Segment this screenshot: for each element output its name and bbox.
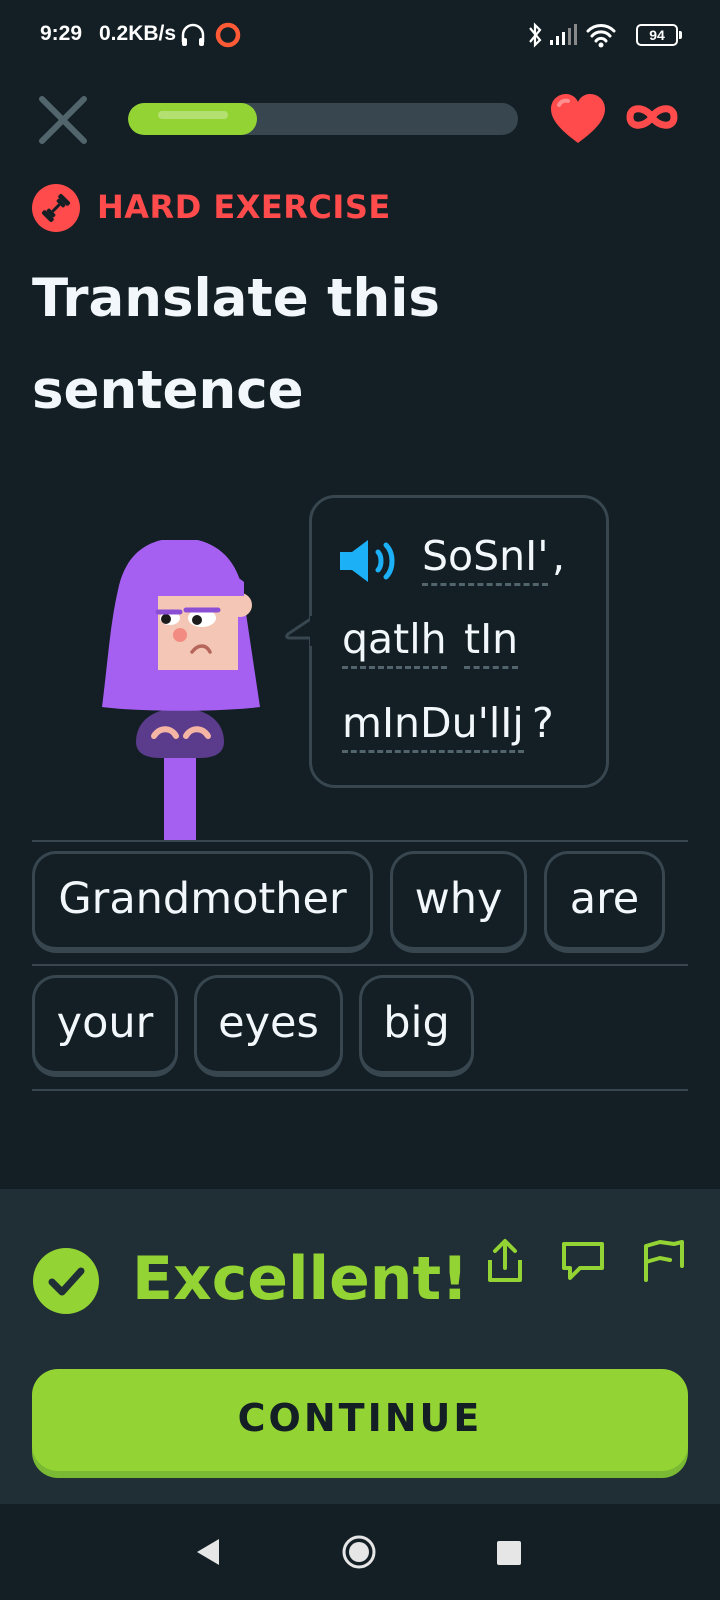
- prompt-word-4[interactable]: mInDu'lIj: [342, 698, 524, 753]
- feedback-message: Excellent!: [132, 1244, 469, 1314]
- answer-chip-why[interactable]: why: [390, 851, 527, 953]
- back-icon[interactable]: [195, 1537, 221, 1567]
- answer-chip-your[interactable]: your: [32, 975, 178, 1077]
- lesson-progress-bar: [128, 103, 518, 135]
- check-icon: [33, 1248, 99, 1314]
- prompt-word-2[interactable]: qatlh: [342, 614, 447, 669]
- answer-chip-are[interactable]: are: [544, 851, 665, 953]
- share-icon[interactable]: [480, 1236, 530, 1286]
- bluetooth-icon: [529, 22, 542, 48]
- title-line-2: sentence: [32, 360, 304, 421]
- prompt-word-3[interactable]: tIn: [464, 614, 519, 669]
- answer-line-3: [32, 1089, 688, 1091]
- answer-chip-big[interactable]: big: [359, 975, 474, 1077]
- hard-exercise-label: HARD EXERCISE: [97, 188, 391, 226]
- circle-app-icon: [215, 22, 241, 48]
- lesson-screen: 9:29 0.2KB/s 94 HARD EXERCISE Translate …: [0, 0, 720, 1600]
- lily-character-illustration: [102, 540, 260, 840]
- answer-line-1: [32, 840, 688, 842]
- flag-icon[interactable]: [638, 1236, 688, 1286]
- prompt-comma: ,: [552, 532, 566, 580]
- status-network-speed: 0.2KB/s: [99, 22, 177, 45]
- prompt-question-mark: ?: [532, 699, 554, 747]
- title-line-1: Translate this: [32, 268, 440, 329]
- page-title: Translate this sentence: [32, 253, 592, 437]
- close-icon[interactable]: [36, 93, 90, 147]
- progress-shine: [158, 111, 228, 119]
- prompt-word-1[interactable]: SoSnI': [422, 531, 549, 586]
- signal-icon: [550, 24, 577, 45]
- dumbbell-icon: [32, 184, 80, 232]
- lesson-progress-fill: [128, 103, 257, 135]
- status-bar: 9:29 0.2KB/s 94: [0, 0, 720, 72]
- home-icon[interactable]: [341, 1534, 377, 1570]
- answer-chip-grandmother[interactable]: Grandmother: [32, 851, 373, 953]
- speech-bubble-tail: [285, 616, 314, 646]
- recents-icon[interactable]: [496, 1540, 522, 1566]
- connectivity-icons: [529, 22, 616, 48]
- status-left-icons: [180, 20, 244, 55]
- battery-icon: 94: [636, 24, 682, 46]
- headset-icon: [181, 22, 241, 48]
- continue-button[interactable]: CONTINUE: [32, 1369, 688, 1471]
- status-right-icons: [526, 20, 626, 55]
- answer-chip-eyes[interactable]: eyes: [194, 975, 343, 1077]
- infinity-icon[interactable]: [624, 101, 680, 133]
- status-time: 9:29: [40, 22, 83, 45]
- heart-icon[interactable]: [549, 93, 607, 145]
- speaker-icon[interactable]: [338, 536, 404, 586]
- answer-line-2: [32, 964, 688, 966]
- comment-icon[interactable]: [558, 1236, 608, 1286]
- wifi-icon: [586, 24, 616, 43]
